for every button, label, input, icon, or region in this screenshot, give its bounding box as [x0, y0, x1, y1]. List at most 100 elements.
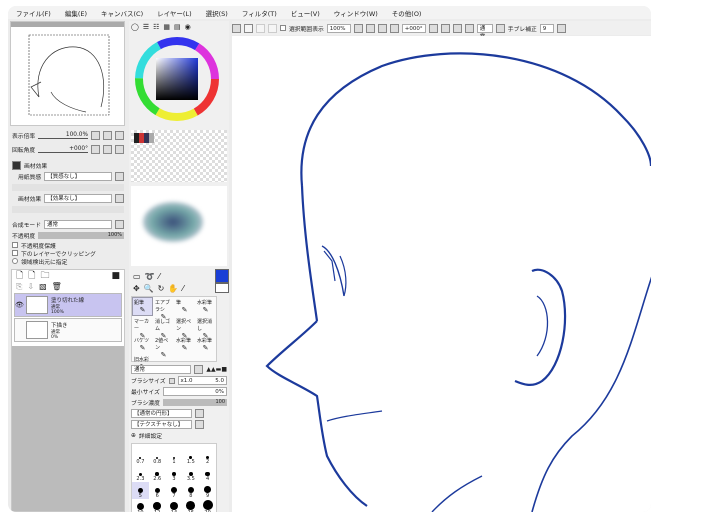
stabilizer-field[interactable]: 9	[539, 23, 554, 33]
merge-down-icon[interactable]: ⇩	[27, 282, 34, 291]
menu-item[interactable]: キャンバス(C)	[101, 8, 143, 18]
scratchpad-tab[interactable]: ◉	[185, 23, 191, 31]
clip-checkbox[interactable]	[12, 250, 18, 256]
brush-shape-buttons[interactable]: ▲▲▬■	[206, 366, 227, 373]
size-preset[interactable]: 3	[166, 465, 183, 482]
zoom-in[interactable]	[365, 23, 375, 33]
transfer-down-icon[interactable]: ⎘	[16, 282, 22, 292]
size-preset[interactable]: 9	[199, 482, 216, 499]
size-preset[interactable]: 16	[182, 499, 199, 512]
tool-4[interactable]: マーカー ✎	[132, 316, 153, 340]
rotate-right-button[interactable]	[115, 145, 124, 154]
blend-dropdown-icon[interactable]	[115, 220, 124, 229]
menu-item[interactable]: フィルタ(T)	[242, 8, 277, 18]
tool-7[interactable]: 選択消し ✎	[195, 316, 216, 340]
brush-blend-dropdown[interactable]	[194, 365, 204, 374]
opacity-slider[interactable]: 100%	[38, 232, 124, 239]
zoom-in-button[interactable]	[115, 131, 124, 140]
menu-item[interactable]: 編集(E)	[65, 8, 87, 18]
delete-layer-icon[interactable]: 🗑	[52, 282, 62, 291]
rotate-left[interactable]	[428, 23, 438, 33]
zoom-value[interactable]: 100.0%	[38, 132, 88, 139]
size-preset[interactable]: 2.3	[132, 465, 149, 482]
brush-blend-select[interactable]: 通常	[131, 365, 192, 374]
layer-row[interactable]: 下描き 通常 0%	[14, 318, 122, 342]
rotate-reset[interactable]	[452, 23, 462, 33]
mixer-tab[interactable]: ▦	[163, 23, 170, 31]
eyedropper-icon[interactable]: ⁄	[182, 284, 183, 293]
view-mode-button[interactable]	[495, 23, 505, 33]
menu-item[interactable]: その他(O)	[392, 8, 422, 18]
tool-1[interactable]: エアブラシ ✎	[153, 297, 174, 321]
texture-slider[interactable]	[12, 184, 124, 191]
select-rect-icon[interactable]: ▭	[133, 272, 141, 281]
brush-texture-select[interactable]: 【テクスチャなし】	[131, 420, 192, 429]
tool-10[interactable]: 水彩筆 ✎	[174, 335, 195, 354]
size-preset[interactable]: 20	[199, 499, 216, 512]
protect-opacity-checkbox[interactable]	[12, 242, 18, 248]
menu-item[interactable]: ビュー(V)	[291, 8, 320, 18]
size-preset[interactable]: 4	[199, 465, 216, 482]
size-preset[interactable]: 5	[132, 482, 149, 499]
tool-0[interactable]: 鉛筆 ✎	[132, 297, 153, 316]
texture-dropdown[interactable]	[195, 420, 204, 429]
size-preset[interactable]: 2.6	[149, 465, 166, 482]
select-source-radio[interactable]	[12, 258, 18, 264]
collapse-icon[interactable]	[12, 161, 21, 170]
rotation-field[interactable]: +000°	[401, 23, 426, 33]
rotate-right[interactable]	[440, 23, 450, 33]
view-mode-field[interactable]: 通常	[476, 23, 493, 40]
rotate-value[interactable]: +000°	[38, 146, 88, 153]
zoom-reset[interactable]	[377, 23, 387, 33]
tool-9[interactable]: 2値ペン ✎	[153, 335, 174, 359]
blend-mode-select[interactable]: 通常	[44, 220, 112, 229]
size-mult-checkbox[interactable]	[168, 377, 175, 384]
zoom-tool-icon[interactable]: 🔍	[144, 284, 154, 293]
size-preset[interactable]: 3.5	[182, 465, 199, 482]
tool-2[interactable]: 筆 ✎	[174, 297, 195, 316]
rotate-tool-icon[interactable]: ↻	[158, 284, 165, 293]
magic-wand-icon[interactable]: ⁄	[159, 272, 160, 281]
invert-selection-button[interactable]	[244, 23, 253, 33]
zoom-fit-button[interactable]	[103, 131, 112, 140]
density-slider[interactable]: 100	[162, 399, 227, 406]
navigator-preview[interactable]	[10, 21, 125, 126]
size-preset[interactable]: 1.5	[182, 448, 199, 465]
zoom-fit[interactable]	[389, 23, 399, 33]
hsv-slider-tab[interactable]: ☷	[153, 23, 159, 31]
flip-button[interactable]	[464, 23, 474, 33]
scratchpad[interactable]	[131, 186, 227, 266]
size-preset[interactable]: 2	[199, 448, 216, 465]
size-preset[interactable]: 7	[166, 482, 183, 499]
effect-select[interactable]: 【効果なし】	[44, 194, 112, 203]
zoom-out[interactable]	[353, 23, 363, 33]
selection-outline-checkbox[interactable]	[280, 25, 286, 31]
stabilizer-dropdown[interactable]	[556, 23, 566, 33]
menu-item[interactable]: 選択(S)	[206, 8, 228, 18]
move-icon[interactable]: ✥	[133, 284, 140, 293]
size-preset[interactable]: 8	[182, 482, 199, 499]
size-preset[interactable]: 14	[166, 499, 183, 512]
size-preset[interactable]: 0.8	[149, 448, 166, 465]
canvas[interactable]	[232, 36, 651, 512]
layer-row[interactable]: 👁 塗り切れた線 通常 100%	[14, 293, 122, 317]
size-preset[interactable]: 1	[166, 448, 183, 465]
effect-dropdown-icon[interactable]	[115, 194, 124, 203]
zoom-out-button[interactable]	[91, 131, 100, 140]
texture-dropdown-icon[interactable]	[115, 172, 124, 181]
shape-dropdown[interactable]	[195, 409, 204, 418]
menu-item[interactable]: ウィンドウ(W)	[334, 8, 378, 18]
layer-menu-icon[interactable]: ■	[111, 271, 120, 281]
rotate-reset-button[interactable]	[103, 145, 112, 154]
deselect-button[interactable]	[232, 23, 241, 33]
hand-icon[interactable]: ✋	[168, 284, 178, 293]
tool-6[interactable]: 選択ペン ✎	[174, 316, 195, 340]
rotate-left-button[interactable]	[91, 145, 100, 154]
rgb-slider-tab[interactable]: ☰	[143, 23, 149, 31]
secondary-color[interactable]	[215, 283, 229, 293]
visibility-icon[interactable]: 👁	[15, 301, 24, 309]
size-preset[interactable]: 6	[149, 482, 166, 499]
advanced-toggle-icon[interactable]: ⊕	[131, 433, 136, 439]
tool-8[interactable]: バケツ ✎	[132, 335, 153, 354]
lasso-icon[interactable]: ➰	[145, 272, 155, 281]
